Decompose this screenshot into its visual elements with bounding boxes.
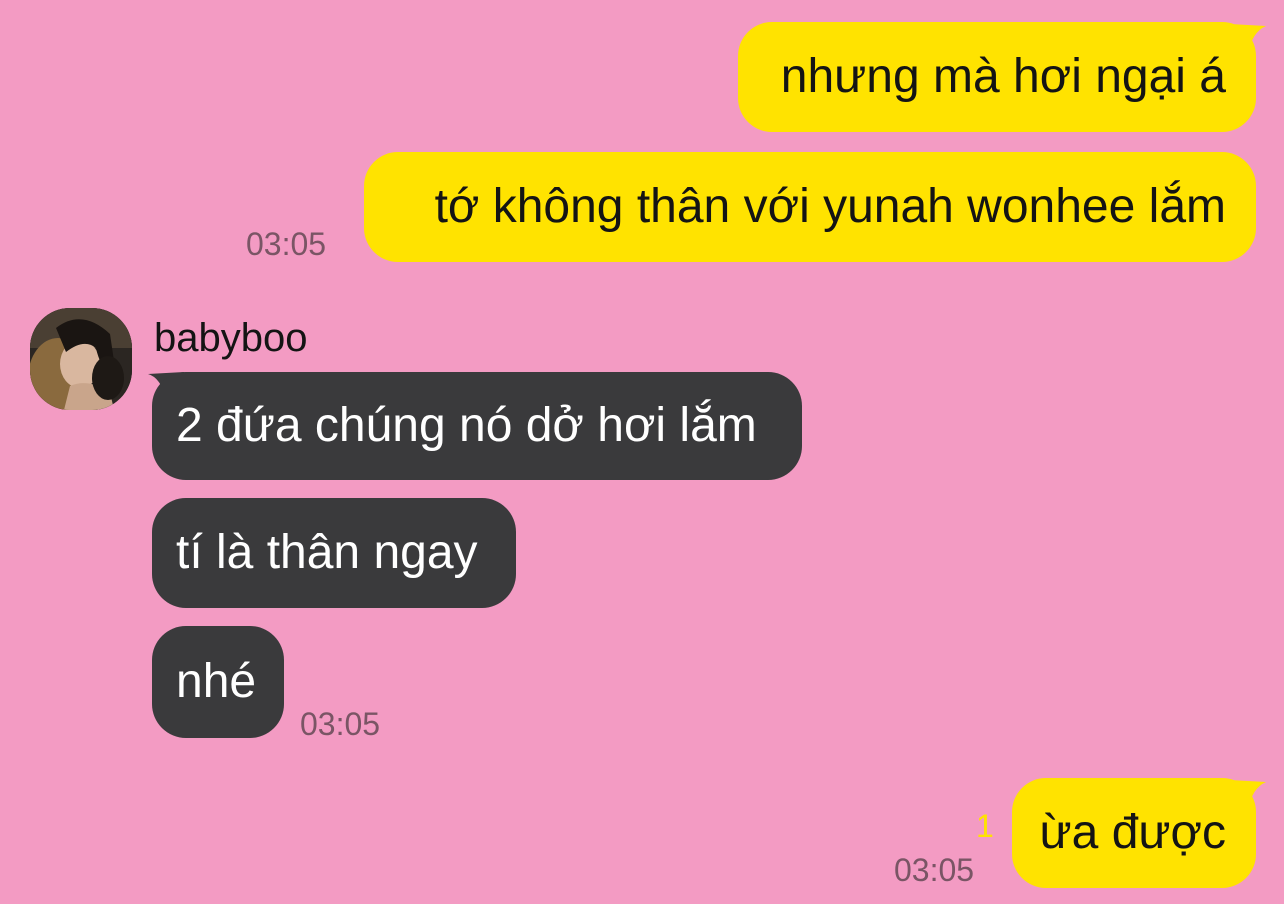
outgoing-message-bubble[interactable]: tớ không thân với yunah wonhee lắm: [364, 152, 1256, 262]
incoming-message-bubble[interactable]: 2 đứa chúng nó dở hơi lắm: [152, 372, 802, 480]
incoming-message-bubble[interactable]: nhé: [152, 626, 284, 738]
bubble-tail-icon: [1230, 24, 1266, 54]
message-timestamp: 03:05: [894, 852, 975, 888]
message-text: tớ không thân với yunah wonhee lắm: [434, 180, 1226, 233]
message-timestamp: 03:05: [300, 706, 381, 742]
message-text: nhưng mà hơi ngại á: [780, 50, 1226, 103]
bubble-tail-icon: [1230, 780, 1266, 810]
message-text: nhé: [176, 655, 257, 708]
profile-photo-icon: [30, 308, 132, 410]
contact-avatar[interactable]: [30, 308, 132, 410]
incoming-message-bubble[interactable]: tí là thân ngay: [152, 498, 516, 608]
message-timestamp: 03:05: [246, 226, 327, 262]
unread-count-badge: 1: [976, 808, 994, 844]
message-text: tí là thân ngay: [176, 526, 478, 579]
message-text: ừa được: [1039, 806, 1226, 859]
outgoing-message-bubble[interactable]: ừa được: [1012, 778, 1256, 888]
outgoing-message-bubble[interactable]: nhưng mà hơi ngại á: [738, 22, 1256, 132]
contact-name: babyboo: [154, 316, 308, 360]
message-text: 2 đứa chúng nó dở hơi lắm: [176, 399, 757, 452]
